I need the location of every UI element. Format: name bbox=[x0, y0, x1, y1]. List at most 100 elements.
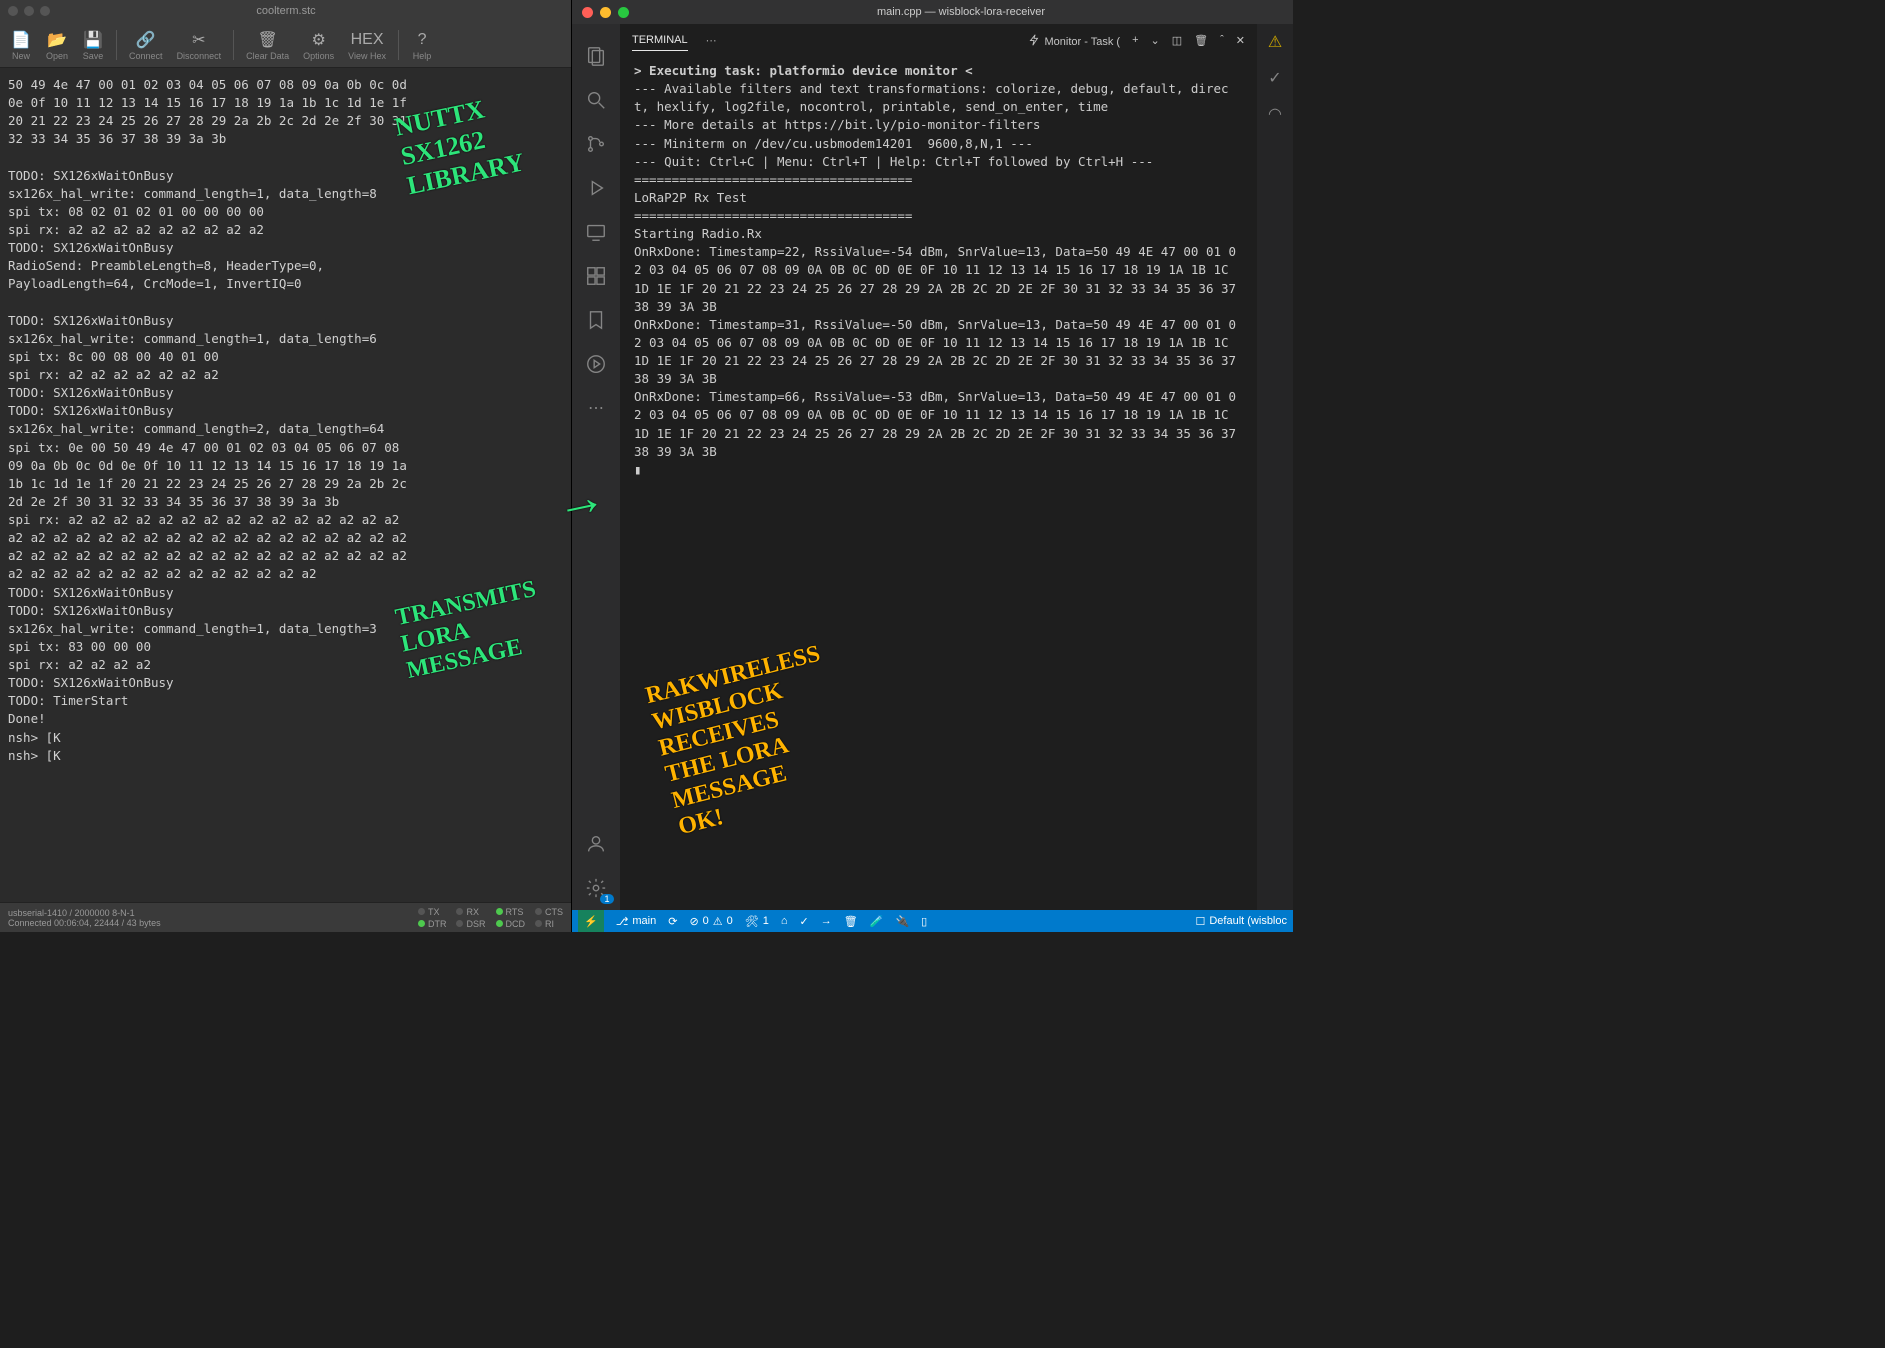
pio-upload-icon[interactable]: → bbox=[821, 915, 832, 927]
terminal-line: > Executing task: platformio device moni… bbox=[634, 62, 1243, 80]
connection-info: Connected 00:06:04, 22444 / 43 bytes bbox=[8, 918, 418, 928]
connect-button-icon: 🔗 bbox=[135, 29, 157, 51]
terminal-line: --- Available filters and text transform… bbox=[634, 80, 1243, 116]
led-cts: CTS bbox=[535, 907, 563, 917]
terminal-line: --- Miniterm on /dev/cu.usbmodem14201 96… bbox=[634, 135, 1243, 153]
terminal-line: LoRaP2P Rx Test bbox=[634, 189, 1243, 207]
pio-env-button[interactable]: ☐ Default (wisbloc bbox=[1195, 915, 1287, 928]
coolterm-toolbar: 📄New📂Open💾Save🔗Connect✂Disconnect🗑Clear … bbox=[0, 22, 571, 68]
terminal-dropdown-icon[interactable]: ⌄ bbox=[1151, 34, 1160, 47]
led-tx: TX bbox=[418, 907, 447, 917]
led-dcd: DCD bbox=[496, 919, 526, 929]
source-control-icon[interactable] bbox=[572, 122, 620, 166]
led-icon bbox=[456, 908, 463, 915]
sync-button[interactable]: ⟳ bbox=[668, 915, 677, 928]
save-button[interactable]: 💾Save bbox=[76, 27, 110, 63]
led-ri: RI bbox=[535, 919, 563, 929]
led-dsr: DSR bbox=[456, 919, 485, 929]
pio-home-icon[interactable]: ⌂ bbox=[781, 915, 788, 927]
window-minimize-icon[interactable] bbox=[24, 6, 34, 16]
led-icon bbox=[535, 908, 542, 915]
warning-icon[interactable]: ⚠ bbox=[1268, 32, 1282, 52]
window-zoom-icon[interactable] bbox=[40, 6, 50, 16]
pio-tools-button[interactable]: 🛠 1 bbox=[745, 915, 769, 928]
led-icon bbox=[496, 920, 503, 927]
explorer-icon[interactable] bbox=[572, 34, 620, 78]
tool-label: Clear Data bbox=[246, 51, 289, 61]
new-button-icon: 📄 bbox=[10, 29, 32, 51]
extensions-icon[interactable] bbox=[572, 254, 620, 298]
panel-tabs: TERMINAL ⋯ Monitor - Task ( + ⌄ ◫ 🗑 ˆ ✕ bbox=[620, 24, 1257, 56]
new-button[interactable]: 📄New bbox=[4, 27, 38, 63]
terminal-line: OnRxDone: Timestamp=22, RssiValue=-54 dB… bbox=[634, 243, 1243, 316]
terminal-line: ===================================== bbox=[634, 171, 1243, 189]
remote-button[interactable]: ⚡ bbox=[578, 910, 604, 932]
port-info: usbserial-1410 / 2000000 8-N-1 bbox=[8, 908, 418, 918]
loading-icon[interactable]: ◠ bbox=[1268, 104, 1282, 124]
tab-terminal[interactable]: TERMINAL bbox=[632, 30, 688, 51]
tab-more[interactable]: ⋯ bbox=[706, 30, 717, 51]
tool-label: View Hex bbox=[348, 51, 386, 61]
coolterm-window: coolterm.stc 📄New📂Open💾Save🔗Connect✂Disc… bbox=[0, 0, 572, 932]
vscode-statusbar: ⚡ ⎇ main ⟳ ⊘ 0 ⚠ 0 🛠 1 ⌂ ✓ → 🗑 🧪 🔌 ▯ ☐ D… bbox=[572, 910, 1293, 932]
pio-build-icon[interactable]: ✓ bbox=[800, 915, 809, 928]
account-icon[interactable] bbox=[572, 822, 620, 866]
pio-monitor-icon[interactable]: 🔌 bbox=[895, 915, 909, 928]
pio-clean-icon[interactable]: 🗑 bbox=[844, 915, 858, 928]
led-icon bbox=[456, 920, 463, 927]
editor-gutter-icons: ⚠ ✓ ◠ bbox=[1257, 24, 1293, 910]
options-button[interactable]: ⚙Options bbox=[297, 27, 340, 63]
tool-label: Open bbox=[46, 51, 68, 61]
activity-bar: ⋯ 1 bbox=[572, 24, 620, 910]
pio-terminal-icon[interactable]: ▯ bbox=[921, 915, 927, 928]
led-icon bbox=[496, 908, 503, 915]
tool-label: Disconnect bbox=[177, 51, 222, 61]
save-button-icon: 💾 bbox=[82, 29, 104, 51]
kill-terminal-icon[interactable]: 🗑 bbox=[1194, 34, 1208, 47]
connect-button[interactable]: 🔗Connect bbox=[123, 27, 169, 63]
led-icon bbox=[418, 920, 425, 927]
settings-gear-icon[interactable]: 1 bbox=[572, 866, 620, 910]
led-icon bbox=[535, 920, 542, 927]
tool-label: Help bbox=[413, 51, 432, 61]
more-icon[interactable]: ⋯ bbox=[572, 386, 620, 430]
search-icon[interactable] bbox=[572, 78, 620, 122]
terminal-line: --- Quit: Ctrl+C | Menu: Ctrl+T | Help: … bbox=[634, 153, 1243, 171]
pio-test-icon[interactable]: 🧪 bbox=[870, 915, 884, 928]
help-button[interactable]: ?Help bbox=[405, 27, 439, 63]
check-icon[interactable]: ✓ bbox=[1268, 68, 1281, 88]
open-button[interactable]: 📂Open bbox=[40, 27, 74, 63]
window-minimize-icon[interactable] bbox=[600, 7, 611, 18]
play-circle-icon[interactable] bbox=[572, 342, 620, 386]
problems-button[interactable]: ⊘ 0 ⚠ 0 bbox=[689, 915, 732, 928]
close-panel-icon[interactable]: ✕ bbox=[1236, 34, 1245, 47]
clear-button[interactable]: 🗑Clear Data bbox=[240, 27, 295, 63]
tool-label: Connect bbox=[129, 51, 163, 61]
coolterm-terminal-output[interactable]: 50 49 4e 47 00 01 02 03 04 05 06 07 08 0… bbox=[0, 68, 571, 902]
coolterm-titlebar: coolterm.stc bbox=[0, 0, 571, 22]
window-close-icon[interactable] bbox=[8, 6, 18, 16]
terminal-line: OnRxDone: Timestamp=66, RssiValue=-53 dB… bbox=[634, 388, 1243, 461]
terminal-cursor: ▮ bbox=[634, 462, 642, 477]
options-button-icon: ⚙ bbox=[308, 29, 330, 51]
maximize-panel-icon[interactable]: ˆ bbox=[1220, 34, 1224, 46]
bookmark-icon[interactable] bbox=[572, 298, 620, 342]
tool-label: Options bbox=[303, 51, 334, 61]
terminal-line: Starting Radio.Rx bbox=[634, 225, 1243, 243]
remote-icon[interactable] bbox=[572, 210, 620, 254]
window-zoom-icon[interactable] bbox=[618, 7, 629, 18]
task-label[interactable]: Monitor - Task ( bbox=[1027, 33, 1120, 48]
settings-badge: 1 bbox=[600, 894, 614, 904]
led-rts: RTS bbox=[496, 907, 526, 917]
new-terminal-icon[interactable]: + bbox=[1132, 34, 1138, 46]
clear-button-icon: 🗑 bbox=[257, 29, 279, 51]
viewhex-button[interactable]: HEXView Hex bbox=[342, 27, 392, 63]
split-terminal-icon[interactable]: ◫ bbox=[1172, 34, 1182, 47]
tool-label: New bbox=[12, 51, 30, 61]
tool-label: Save bbox=[83, 51, 104, 61]
window-close-icon[interactable] bbox=[582, 7, 593, 18]
debug-icon[interactable] bbox=[572, 166, 620, 210]
branch-button[interactable]: ⎇ main bbox=[616, 915, 657, 928]
disconnect-button[interactable]: ✂Disconnect bbox=[171, 27, 228, 63]
vscode-terminal-output[interactable]: > Executing task: platformio device moni… bbox=[620, 56, 1257, 910]
